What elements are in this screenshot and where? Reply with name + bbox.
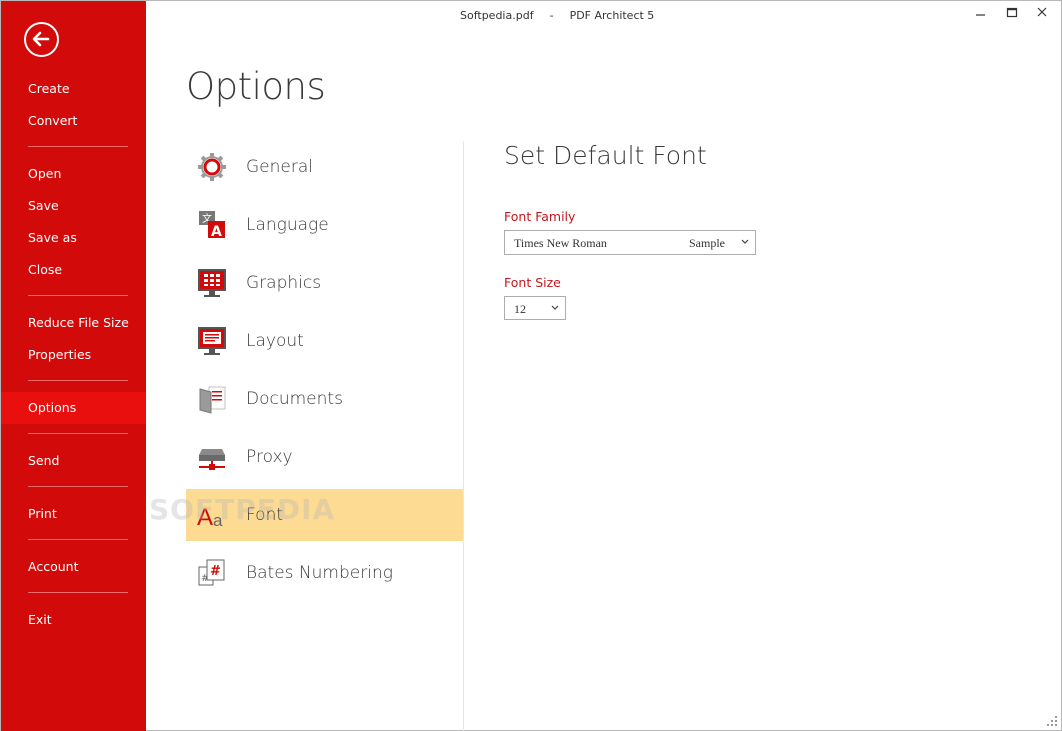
documents-icon <box>199 386 226 414</box>
window-title-separator: - <box>549 9 554 22</box>
font-size-value: 12 <box>514 302 526 316</box>
backstage-sidebar: Create Convert Open Save Save as Close R… <box>1 1 146 731</box>
chevron-down-icon <box>741 239 749 244</box>
options-item-layout[interactable]: Layout <box>186 315 463 367</box>
maximize-button[interactable] <box>1002 5 1022 21</box>
back-button[interactable] <box>24 22 59 57</box>
sidebar-item-save-as[interactable]: Save as <box>1 222 146 254</box>
language-icon: 文 A <box>199 211 225 240</box>
font-size-select[interactable]: 12 <box>504 296 566 320</box>
sidebar-item-save[interactable]: Save <box>1 190 146 222</box>
window-title-app: PDF Architect 5 <box>569 9 655 22</box>
options-item-label: Documents <box>246 389 343 409</box>
gear-icon <box>198 153 226 181</box>
options-item-graphics[interactable]: Graphics <box>186 257 463 309</box>
bates-numbering-icon: # # <box>198 559 225 586</box>
svg-text:#: # <box>210 564 221 579</box>
sidebar-item-create[interactable]: Create <box>1 73 146 105</box>
sidebar-item-options[interactable]: Options <box>1 392 146 424</box>
chevron-down-icon <box>551 305 559 310</box>
options-item-language[interactable]: 文 A Language <box>186 199 463 251</box>
title-bar: Softpedia.pdf - PDF Architect 5 <box>146 1 1061 31</box>
sidebar-divider <box>28 146 128 147</box>
options-item-documents[interactable]: Documents <box>186 373 463 425</box>
options-item-label: Graphics <box>246 273 322 293</box>
sidebar-divider <box>28 592 128 593</box>
app-window: Create Convert Open Save Save as Close R… <box>0 0 1062 731</box>
sidebar-item-print[interactable]: Print <box>1 498 146 530</box>
options-item-general[interactable]: General <box>186 141 463 193</box>
sidebar-item-account[interactable]: Account <box>1 551 146 583</box>
sidebar-item-exit[interactable]: Exit <box>1 604 146 636</box>
layout-monitor-icon <box>198 327 226 355</box>
panel-divider <box>463 141 464 731</box>
softpedia-watermark: SOFTPEDIA <box>149 493 336 526</box>
maximize-icon <box>1006 7 1018 18</box>
panel-title: Set Default Font <box>504 141 707 170</box>
options-item-label: Proxy <box>246 447 293 467</box>
options-item-label: Bates Numbering <box>246 563 393 583</box>
font-family-label: Font Family <box>504 209 576 224</box>
font-family-value: Times New Roman <box>514 236 607 250</box>
options-item-label: Layout <box>246 331 304 351</box>
page-title: Options <box>186 65 326 108</box>
sidebar-divider <box>28 380 128 381</box>
sidebar-divider <box>28 486 128 487</box>
sidebar-divider <box>28 433 128 434</box>
minimize-button[interactable] <box>971 5 991 21</box>
proxy-server-icon <box>199 449 225 470</box>
font-family-select[interactable]: Times New Roman Sample <box>504 230 756 255</box>
close-icon <box>1037 7 1047 17</box>
sidebar-item-send[interactable]: Send <box>1 445 146 477</box>
graphics-monitor-icon <box>198 269 226 297</box>
sidebar-item-convert[interactable]: Convert <box>1 105 146 137</box>
sidebar-item-reduce-file-size[interactable]: Reduce File Size <box>1 307 146 339</box>
back-arrow-icon <box>32 31 50 47</box>
options-item-label: General <box>246 157 313 177</box>
svg-text:A: A <box>211 224 222 240</box>
font-size-label: Font Size <box>504 275 561 290</box>
window-title: Softpedia.pdf - PDF Architect 5 <box>460 9 662 22</box>
font-family-sample: Sample <box>689 236 725 250</box>
options-item-label: Language <box>246 215 329 235</box>
resize-grip-icon[interactable] <box>1046 715 1058 727</box>
sidebar-divider <box>28 295 128 296</box>
sidebar-divider <box>28 539 128 540</box>
minimize-icon <box>976 14 985 16</box>
close-window-button[interactable] <box>1032 5 1052 21</box>
window-title-file: Softpedia.pdf <box>460 9 534 22</box>
options-item-bates-numbering[interactable]: # # Bates Numbering <box>186 547 463 599</box>
sidebar-item-open[interactable]: Open <box>1 158 146 190</box>
sidebar-item-properties[interactable]: Properties <box>1 339 146 371</box>
options-item-proxy[interactable]: Proxy <box>186 431 463 483</box>
sidebar-item-close[interactable]: Close <box>1 254 146 286</box>
